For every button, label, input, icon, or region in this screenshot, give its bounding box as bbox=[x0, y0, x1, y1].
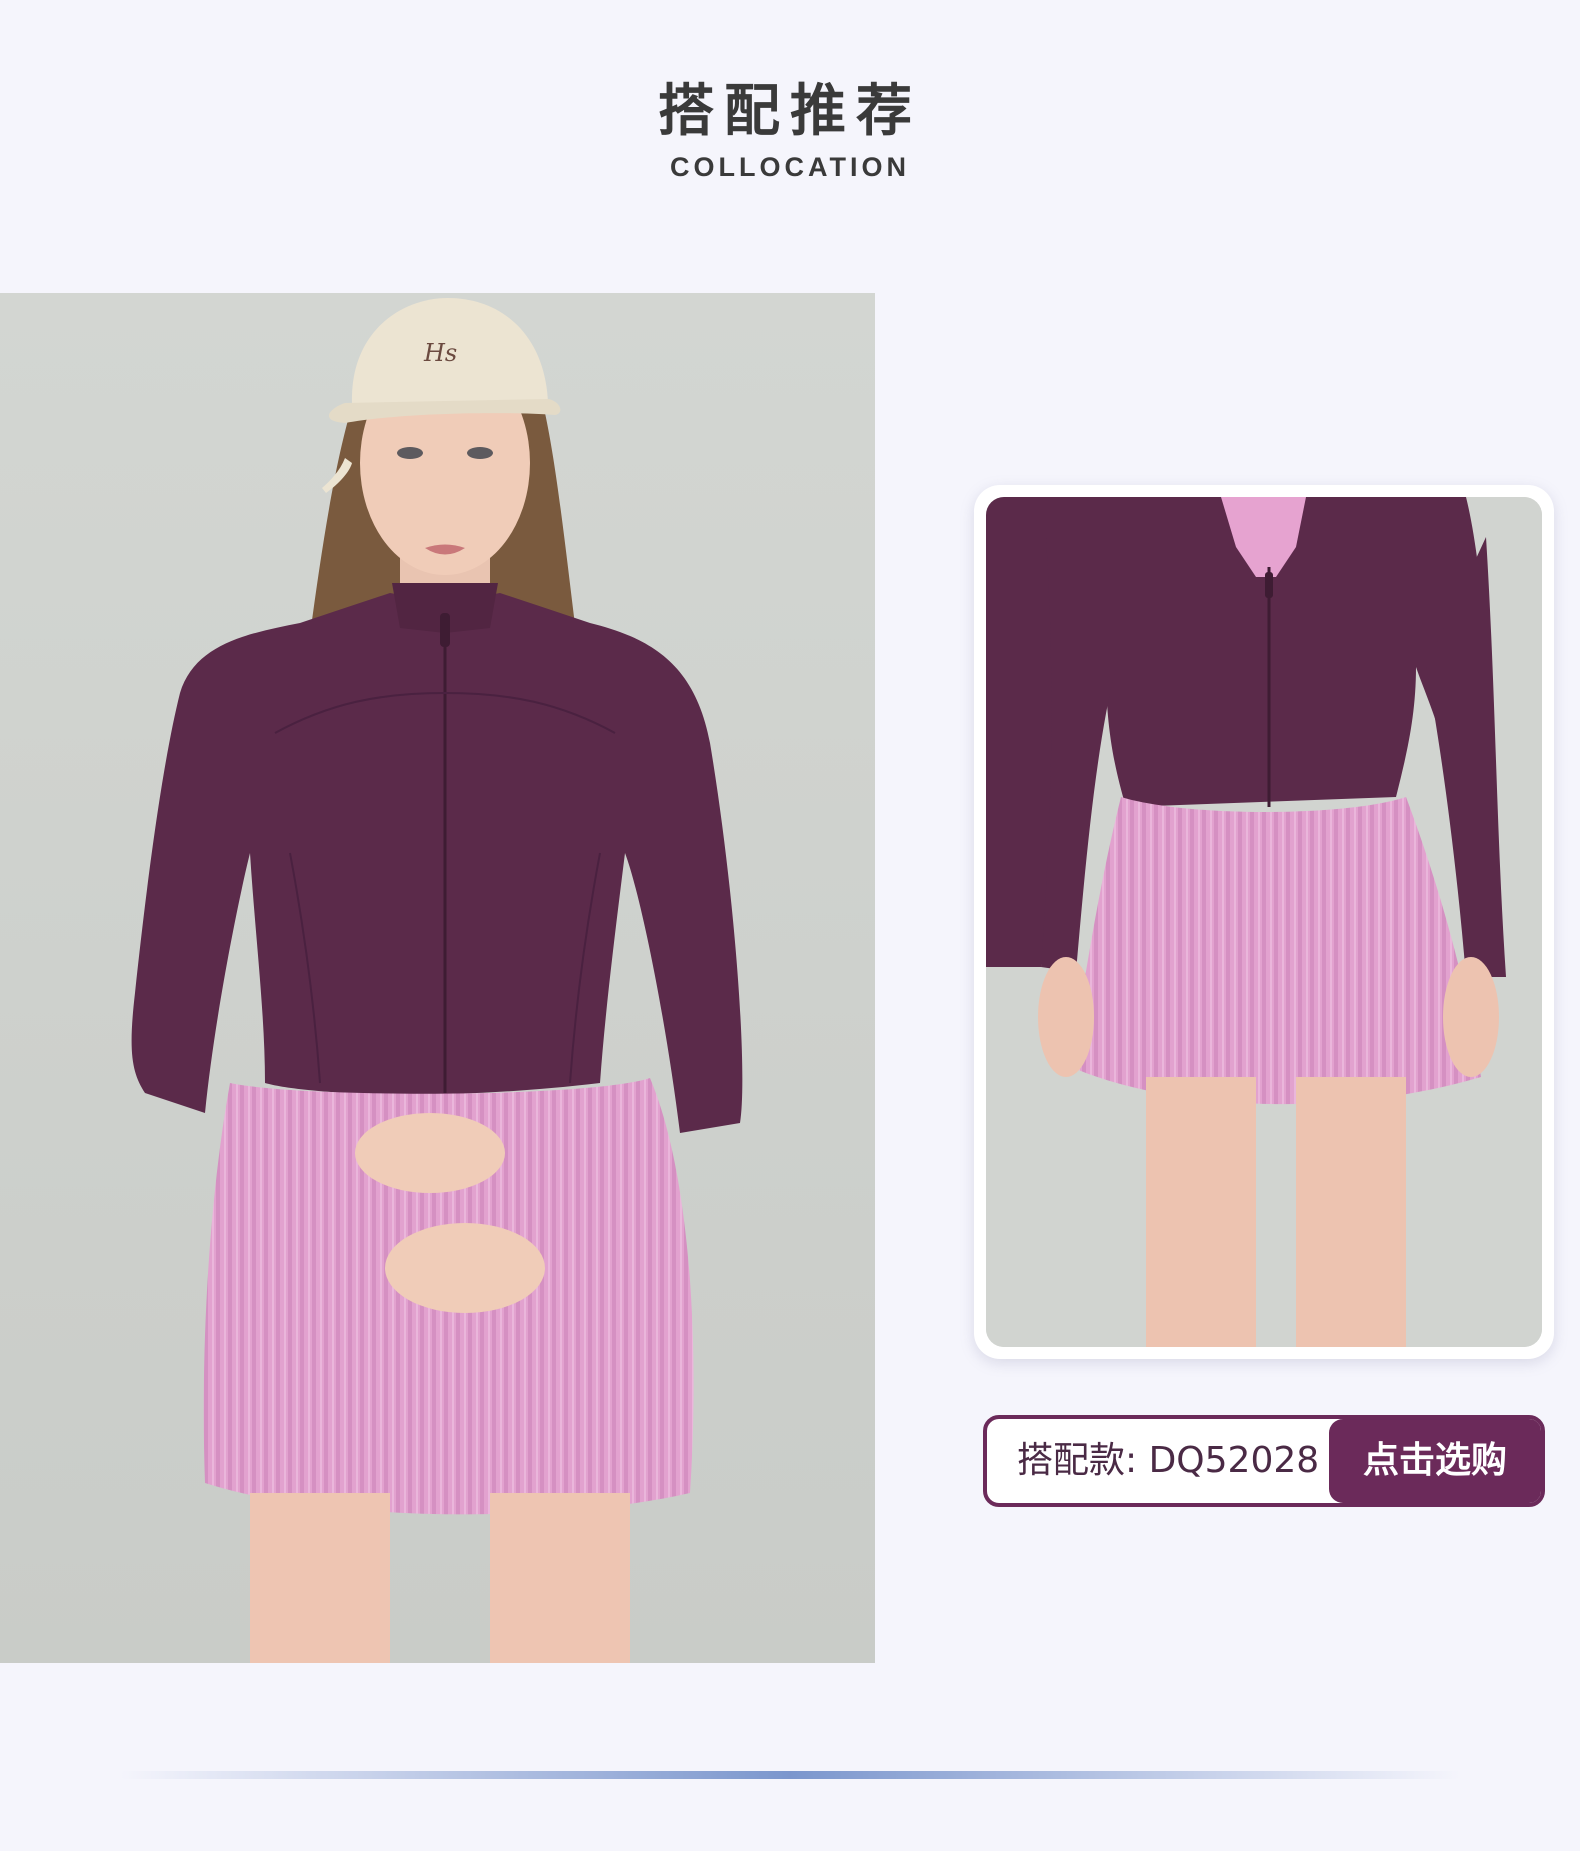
detail-photo-illustration bbox=[986, 497, 1542, 1347]
section-header: 搭配推荐 COLLOCATION bbox=[0, 0, 1580, 240]
shop-now-button[interactable]: 点击选购 bbox=[1329, 1419, 1541, 1503]
cap-logo-icon: Hs bbox=[423, 339, 457, 367]
left-eye bbox=[397, 447, 423, 459]
item-code-label: 搭配款: DQ52028 bbox=[1017, 1440, 1320, 1481]
detail-photo bbox=[986, 497, 1542, 1347]
section-divider bbox=[120, 1771, 1460, 1779]
detail-skirt bbox=[1071, 797, 1481, 1105]
model-photo: Hs bbox=[0, 293, 875, 1663]
detail-card[interactable] bbox=[974, 485, 1554, 1359]
right-eye bbox=[467, 447, 493, 459]
section-title: 搭配推荐 bbox=[658, 79, 922, 144]
model-photo-illustration: Hs bbox=[0, 293, 875, 1663]
buy-pill: 搭配款: DQ52028 点击选购 bbox=[983, 1415, 1545, 1507]
section-subtitle: COLLOCATION bbox=[670, 152, 910, 182]
